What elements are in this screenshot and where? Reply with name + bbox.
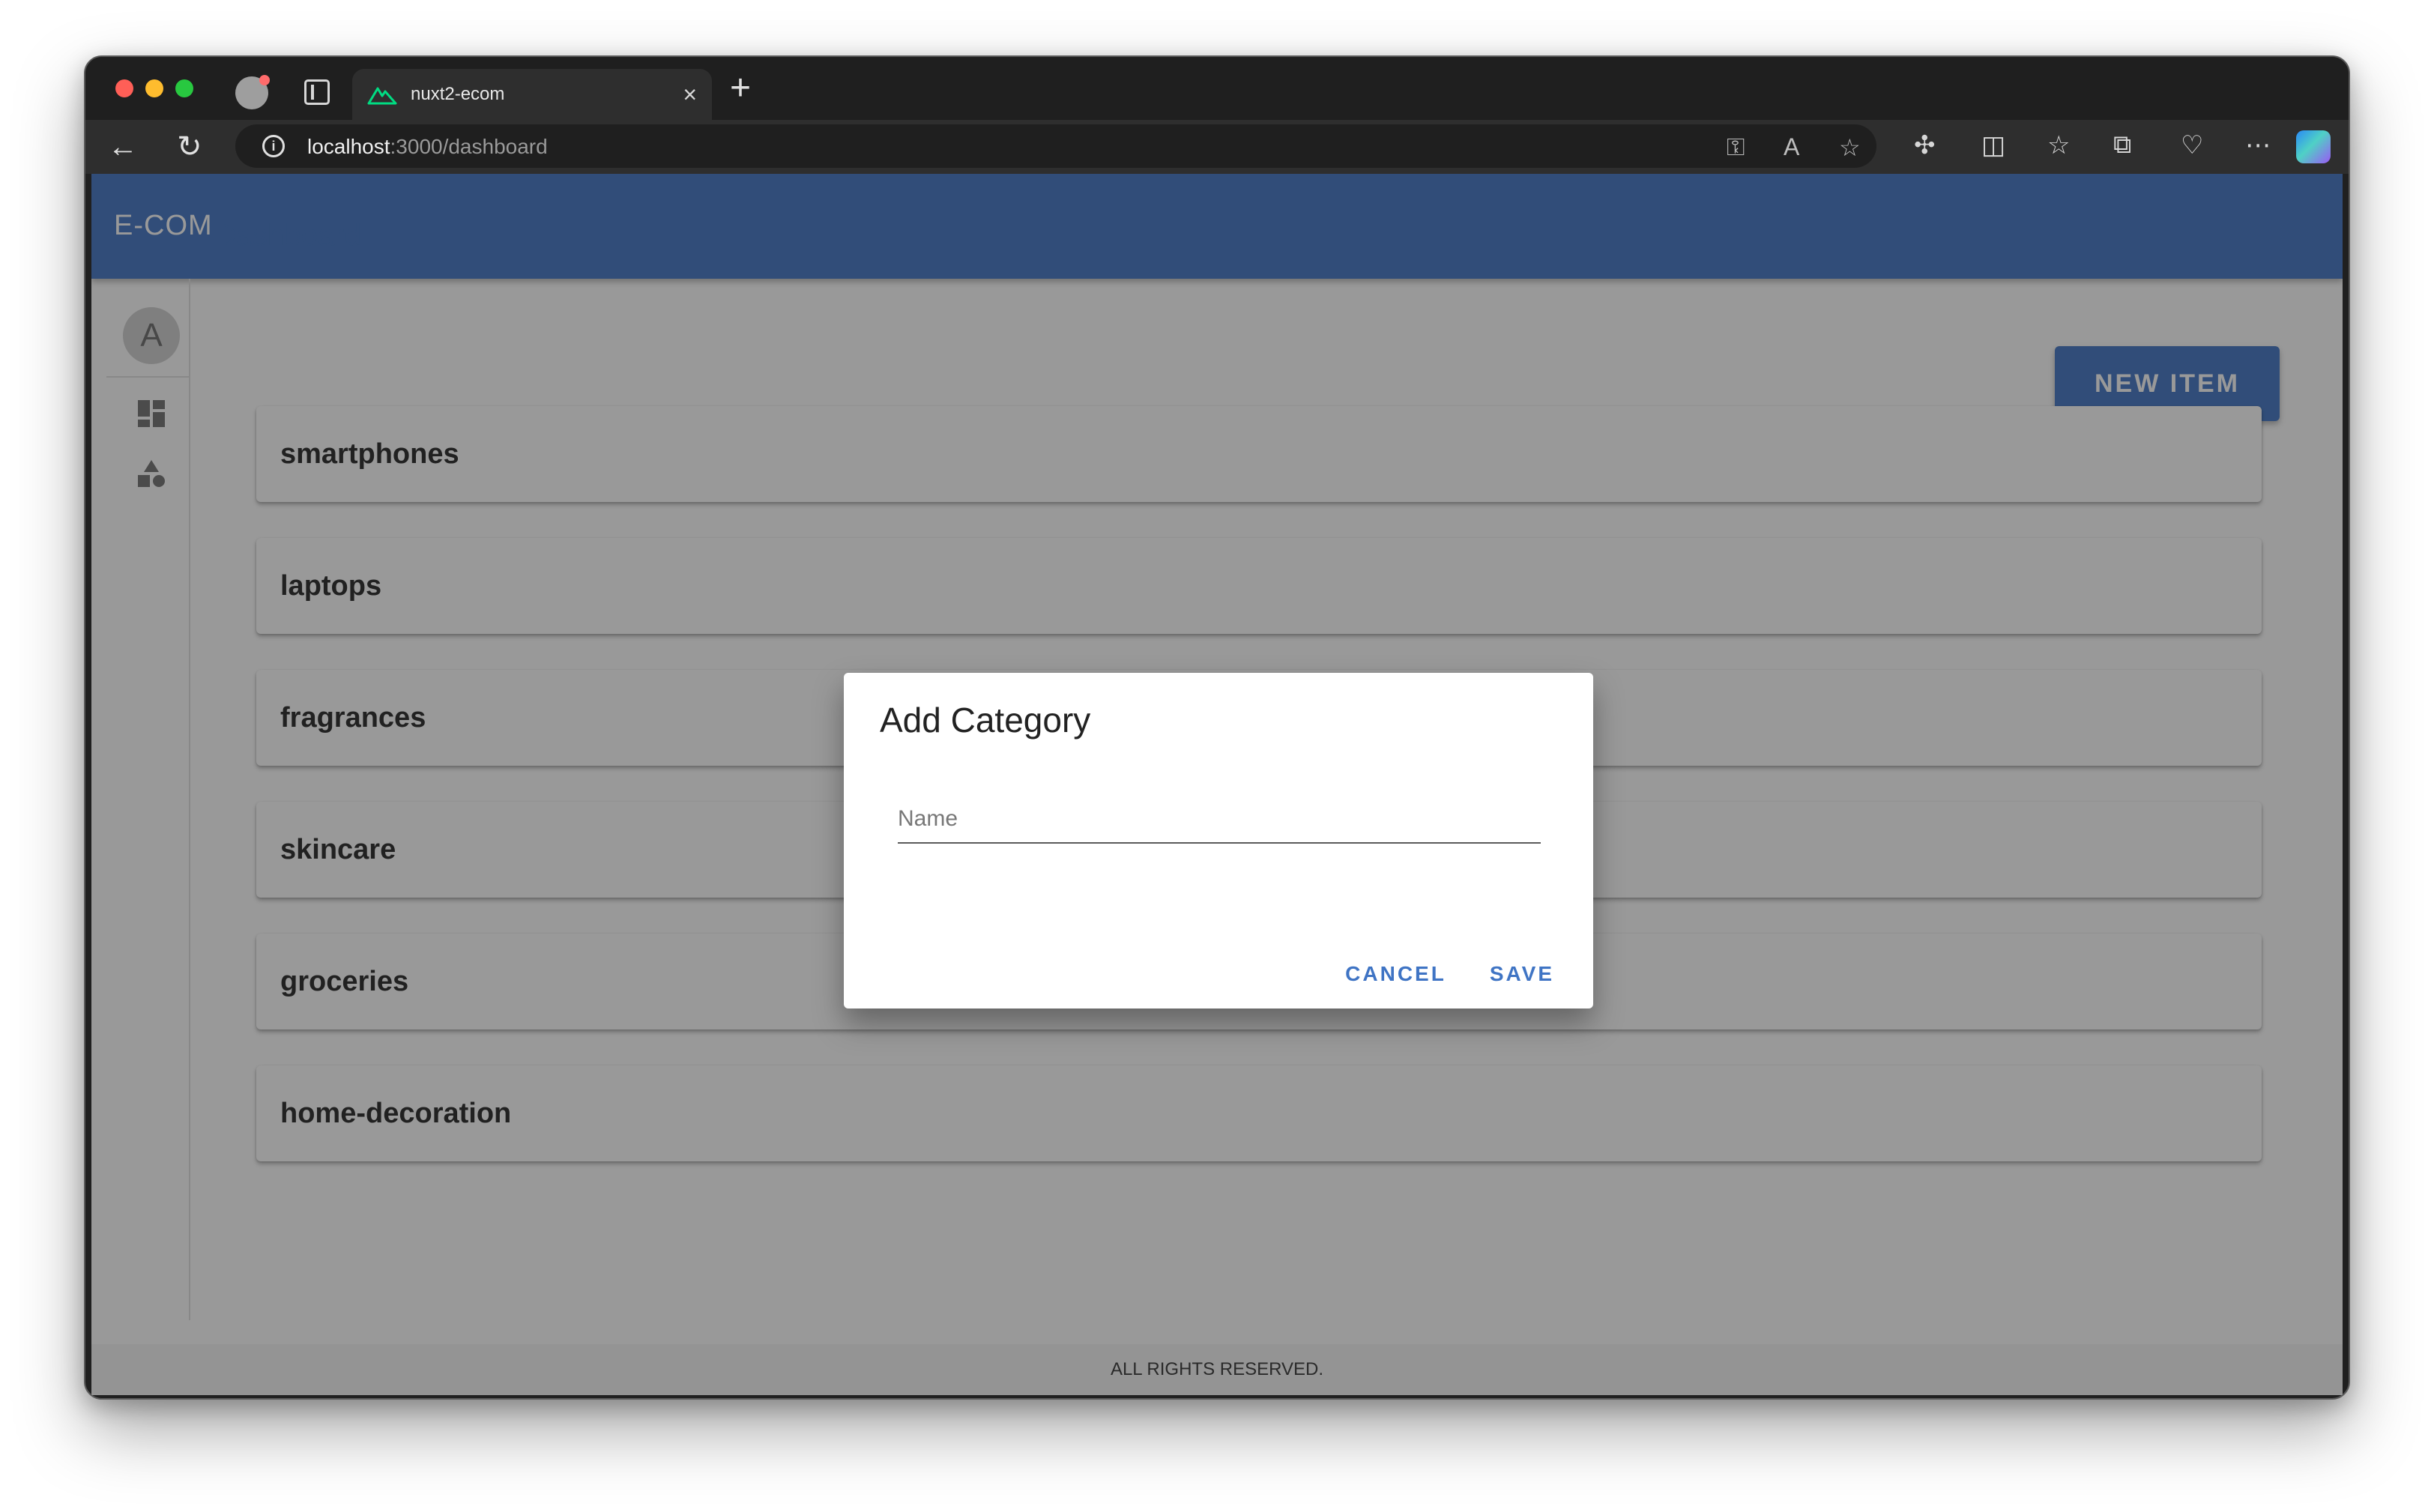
url-text: localhost:3000/dashboard [307, 135, 548, 158]
site-info-icon[interactable]: i [262, 135, 285, 157]
name-input-label: Name [898, 806, 958, 831]
profile-icon[interactable] [235, 75, 270, 109]
browser-essentials-icon[interactable]: ♡ [2181, 130, 2203, 160]
name-input[interactable]: Name [898, 802, 1541, 844]
dialog-actions: CANCEL SAVE [1345, 962, 1554, 986]
tab-nuxt2-ecom[interactable]: nuxt2-ecom × [352, 69, 712, 120]
tab-actions-icon[interactable] [304, 79, 330, 105]
dialog-title: Add Category [880, 701, 1091, 740]
tab-title: nuxt2-ecom [411, 84, 505, 104]
split-screen-icon[interactable]: ◫ [1981, 130, 2005, 160]
favorite-star-icon[interactable]: ☆ [1839, 133, 1861, 162]
cancel-button[interactable]: CANCEL [1345, 962, 1446, 986]
key-icon[interactable]: ⚿ [1727, 133, 1745, 162]
back-arrow-icon[interactable]: ← [108, 130, 138, 163]
copilot-icon[interactable] [2296, 130, 2331, 163]
save-button[interactable]: SAVE [1490, 962, 1554, 986]
browser-window: nuxt2-ecom × + ← ↻ i localhost:3000/dash… [84, 55, 2350, 1400]
new-tab-icon[interactable]: + [730, 70, 751, 106]
minimize-window-button[interactable] [145, 79, 163, 97]
add-category-dialog: Add Category Name CANCEL SAVE [844, 673, 1593, 1008]
app-viewport: E-COM A Dashboard NEW ITEM smartphones l… [91, 174, 2343, 1395]
close-tab-icon[interactable]: × [683, 82, 697, 106]
nuxt-logo-icon [367, 82, 397, 106]
tab-strip: nuxt2-ecom × + [85, 57, 2349, 120]
favorites-icon[interactable]: ☆ [2047, 130, 2070, 160]
address-bar[interactable]: i localhost:3000/dashboard ⚿ A ☆ [235, 124, 1876, 168]
read-aloud-icon[interactable]: A [1784, 133, 1799, 161]
maximize-window-button[interactable] [175, 79, 193, 97]
extensions-icon[interactable]: ✣ [1914, 130, 1936, 160]
more-menu-icon[interactable]: ⋯ [2245, 130, 2271, 160]
browser-toolbar: ← ↻ i localhost:3000/dashboard ⚿ A ☆ ✣ ◫… [85, 120, 2349, 174]
reload-icon[interactable]: ↻ [177, 130, 202, 163]
close-window-button[interactable] [115, 79, 133, 97]
collections-icon[interactable]: ⧉ [2113, 130, 2131, 160]
